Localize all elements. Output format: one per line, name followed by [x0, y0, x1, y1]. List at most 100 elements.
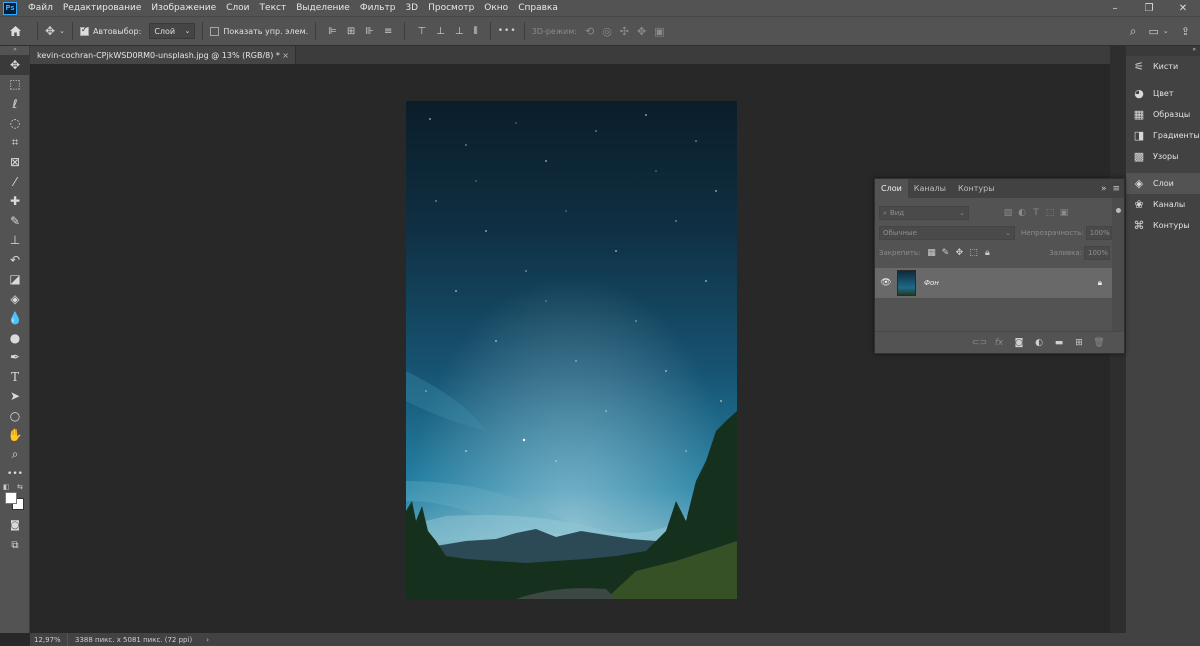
quick-select-tool-icon[interactable]: ◌: [0, 114, 30, 134]
filter-type-icon[interactable]: T: [1029, 208, 1043, 218]
close-window-button[interactable]: ✕: [1166, 3, 1200, 14]
fill-field[interactable]: 100%: [1084, 246, 1110, 260]
panel-menu-icon[interactable]: ≡: [1112, 184, 1120, 194]
lock-artboard-icon[interactable]: ⬚: [966, 248, 980, 258]
crop-tool-icon[interactable]: ⌗: [0, 133, 30, 153]
dock-gradients[interactable]: ◨ Градиенты: [1126, 125, 1200, 146]
type-tool-icon[interactable]: T: [0, 367, 30, 387]
chevron-down-icon[interactable]: ⌄: [59, 27, 65, 35]
3d-roll-icon[interactable]: ◎: [602, 25, 612, 38]
fx-icon[interactable]: fx: [992, 338, 1006, 348]
menu-filter[interactable]: Фильтр: [355, 3, 401, 13]
eye-icon[interactable]: 👁︎: [875, 278, 897, 288]
home-icon[interactable]: [0, 25, 30, 37]
lock-icon[interactable]: 🔒︎: [1098, 278, 1102, 288]
zoom-level[interactable]: 12,97%: [30, 633, 68, 646]
photoshop-logo[interactable]: Ps: [3, 1, 17, 15]
default-colors-icon[interactable]: ◧: [3, 483, 10, 491]
link-layers-icon[interactable]: ⊂⊃: [972, 338, 987, 348]
align-bottom-icon[interactable]: ⊥: [455, 26, 464, 37]
document-tab[interactable]: kevin-cochran-CPjkWSD0RM0-unsplash.jpg @…: [30, 46, 296, 64]
dock-channels[interactable]: ❀ Каналы: [1126, 194, 1200, 215]
restore-button[interactable]: ❐: [1132, 3, 1166, 14]
collapse-dock-icon[interactable]: »: [1126, 46, 1200, 56]
opacity-field[interactable]: 100%: [1085, 226, 1112, 240]
3d-orbit-icon[interactable]: ⟲: [585, 25, 594, 38]
align-left-icon[interactable]: ⊫: [328, 26, 337, 37]
hand-tool-icon[interactable]: ✋: [0, 426, 30, 446]
status-menu-arrow[interactable]: ›: [206, 636, 209, 644]
share-icon[interactable]: ⇪: [1181, 25, 1190, 38]
show-transform-checkbox[interactable]: [210, 26, 220, 36]
quick-mask-icon[interactable]: ◙: [0, 516, 30, 536]
menu-3d[interactable]: 3D: [400, 3, 423, 13]
filter-shape-icon[interactable]: ⬚: [1043, 208, 1057, 218]
new-group-icon[interactable]: ▬: [1052, 338, 1066, 348]
collapse-panel-icon[interactable]: »: [1101, 184, 1107, 194]
brush-tool-icon[interactable]: ✎: [0, 211, 30, 231]
path-selection-tool-icon[interactable]: ➤: [0, 387, 30, 407]
eyedropper-tool-icon[interactable]: ⁄: [0, 172, 30, 192]
dodge-tool-icon[interactable]: ●: [0, 328, 30, 348]
dock-layers[interactable]: ◈ Слои: [1126, 173, 1200, 194]
move-tool-icon[interactable]: ✥: [0, 55, 30, 75]
filter-smart-object-icon[interactable]: ▣: [1057, 208, 1071, 218]
menu-file[interactable]: Файл: [23, 3, 58, 13]
align-center-h-icon[interactable]: ⊞: [347, 26, 355, 37]
tab-layers[interactable]: Слои: [875, 179, 908, 198]
menu-view[interactable]: Просмотр: [423, 3, 479, 13]
lock-all-icon[interactable]: 🔒︎: [980, 248, 994, 258]
zoom-tool-icon[interactable]: ⌕: [0, 445, 30, 465]
chevron-down-icon[interactable]: ⌄: [1163, 27, 1169, 35]
blur-tool-icon[interactable]: 💧: [0, 309, 30, 329]
autoselect-checkbox[interactable]: [79, 25, 89, 36]
move-tool-icon[interactable]: ✥: [45, 24, 55, 38]
dock-paths[interactable]: ⌘ Контуры: [1126, 215, 1200, 236]
align-top-icon[interactable]: ⊤: [417, 26, 426, 37]
dock-swatches[interactable]: ▦ Образцы: [1126, 104, 1200, 125]
add-mask-icon[interactable]: ◙: [1012, 338, 1026, 348]
search-icon[interactable]: ⌕: [1130, 24, 1137, 39]
scrollbar-thumb[interactable]: [1116, 208, 1121, 213]
layer-filter-select[interactable]: ⌕ Вид ⌄: [879, 206, 969, 220]
eraser-tool-icon[interactable]: ◪: [0, 270, 30, 290]
blend-mode-select[interactable]: Обычные ⌄: [879, 226, 1015, 240]
menu-select[interactable]: Выделение: [291, 3, 355, 13]
menu-type[interactable]: Текст: [255, 3, 292, 13]
document-image[interactable]: [406, 101, 737, 599]
close-tab-button[interactable]: ×: [282, 51, 289, 60]
history-brush-tool-icon[interactable]: ↶: [0, 250, 30, 270]
adjustment-layer-icon[interactable]: ◐: [1032, 338, 1046, 348]
new-layer-icon[interactable]: ⊞: [1072, 338, 1086, 348]
frame-tool-icon[interactable]: ⊠: [0, 153, 30, 173]
distribute-icon[interactable]: ≡: [384, 26, 392, 37]
menu-window[interactable]: Окно: [479, 3, 513, 13]
filter-pixel-icon[interactable]: ▨: [1001, 208, 1015, 218]
3d-camera-icon[interactable]: ▣: [654, 25, 664, 38]
menu-edit[interactable]: Редактирование: [58, 3, 147, 13]
paint-bucket-tool-icon[interactable]: ◈: [0, 289, 30, 309]
swap-colors-icon[interactable]: ⇆: [17, 483, 23, 491]
panel-grip-icon[interactable]: »: [0, 46, 29, 55]
menu-image[interactable]: Изображение: [146, 3, 221, 13]
3d-pan-icon[interactable]: ✣: [620, 25, 629, 38]
distribute-vertical-icon[interactable]: ⫴: [474, 26, 478, 37]
dock-color[interactable]: ◕ Цвет: [1126, 83, 1200, 104]
autoselect-target-select[interactable]: Слой ⌄: [149, 23, 196, 39]
pen-tool-icon[interactable]: ✒: [0, 348, 30, 368]
align-middle-v-icon[interactable]: ⊥: [436, 26, 445, 37]
menu-help[interactable]: Справка: [513, 3, 563, 13]
screen-mode-icon[interactable]: ⧉: [0, 536, 30, 556]
rect-marquee-tool-icon[interactable]: ⬚: [0, 75, 30, 95]
tab-channels[interactable]: Каналы: [908, 179, 952, 198]
minimize-button[interactable]: –: [1098, 3, 1132, 14]
lasso-tool-icon[interactable]: ℓ: [0, 94, 30, 114]
workspace-icon[interactable]: ▭: [1149, 25, 1159, 38]
foreground-color-swatch[interactable]: [5, 492, 17, 504]
layer-row[interactable]: 👁︎ Фон 🔒︎: [875, 268, 1112, 298]
lock-transparency-icon[interactable]: ▦: [924, 248, 938, 258]
3d-slide-icon[interactable]: ✥: [637, 25, 646, 38]
ellipse-tool-icon[interactable]: ○: [0, 406, 30, 426]
tab-paths[interactable]: Контуры: [952, 179, 1001, 198]
dock-brushes[interactable]: ⚟ Кисти: [1126, 56, 1200, 77]
